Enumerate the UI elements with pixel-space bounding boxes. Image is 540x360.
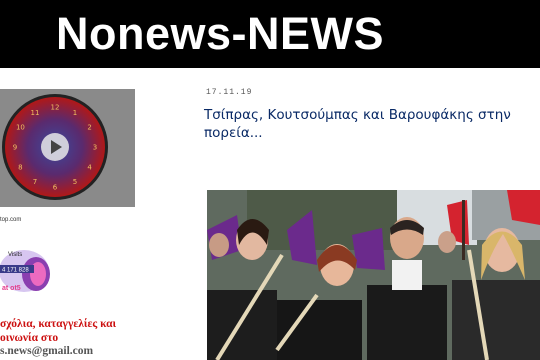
clock-number: 1	[73, 109, 77, 117]
clock-number: 3	[93, 144, 97, 152]
post-title[interactable]: Τσίπρας, Κουτσούμπας και Βαρουφάκης στην…	[204, 106, 534, 142]
clock-number: 7	[33, 178, 37, 186]
clock-widget[interactable]: 12 1 2 3 4 5 6 7 8 9 10 11	[0, 89, 135, 207]
clock-number: 5	[73, 178, 77, 186]
contact-email[interactable]: s.news@gmail.com	[0, 345, 93, 357]
clock-number: 10	[16, 124, 25, 132]
post-date: 17.11.19	[206, 88, 253, 97]
clock-number: 11	[31, 109, 40, 117]
clock-number: 6	[53, 184, 58, 192]
visit-counter[interactable]: Visits 4 171 828 at ot5	[0, 244, 52, 296]
clock-face: 121234567891011	[2, 94, 108, 200]
contact-line: οινωνία στο	[0, 332, 59, 344]
protest-photo	[207, 190, 540, 360]
site-header: Nonews-NEWS	[0, 0, 540, 68]
counter-label: Visits	[8, 252, 22, 258]
clock-number: 12	[51, 104, 60, 112]
counter-value: 4 171 828	[2, 268, 29, 274]
counter-sub: at ot5	[2, 285, 21, 292]
clock-number: 2	[87, 124, 91, 132]
clock-number: 8	[18, 164, 22, 172]
contact-text: σχόλια, καταγγελίες και οινωνία στο	[0, 317, 116, 345]
post: 17.11.19 Τσίπρας, Κουτσούμπας και Βαρουφ…	[175, 68, 540, 360]
clock-caption[interactable]: top.com	[0, 217, 21, 223]
site-logo[interactable]: Nonews-NEWS	[56, 6, 384, 62]
clock-number: 9	[13, 144, 17, 152]
post-photo[interactable]	[207, 190, 540, 360]
sidebar: 12 1 2 3 4 5 6 7 8 9 10 11 top.com Visits 4 171 828…	[0, 68, 175, 360]
clock-number: 4	[87, 164, 92, 172]
contact-line: σχόλια, καταγγελίες και	[0, 318, 117, 330]
